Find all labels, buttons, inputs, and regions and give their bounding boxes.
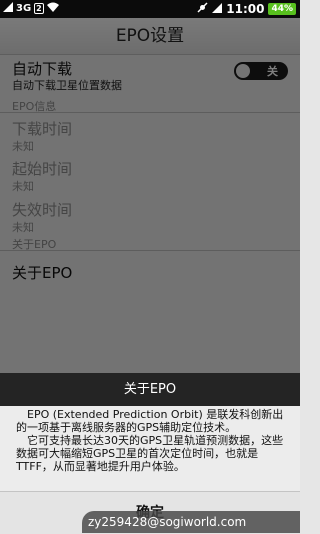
- battery-indicator: 44%: [268, 3, 296, 15]
- download-time-value: 未知: [12, 140, 34, 153]
- download-time-row: 下载时间 未知: [0, 118, 300, 153]
- wifi-icon: [46, 2, 59, 15]
- dialog-body: EPO (Extended Prediction Orbit) 是联发科创新出的…: [0, 406, 300, 491]
- epo-info-header: EPO信息: [0, 98, 300, 113]
- toggle-label: 关: [267, 65, 278, 78]
- start-time-label: 起始时间: [12, 160, 73, 178]
- dialog-title: 关于EPO: [0, 373, 300, 406]
- start-time-value: 未知: [12, 180, 34, 193]
- about-header: 关于EPO: [0, 236, 300, 251]
- expire-time-row: 失效时间 未知: [0, 199, 300, 234]
- start-time-row: 起始时间 未知: [0, 158, 300, 193]
- dialog-paragraph-1: EPO (Extended Prediction Orbit) 是联发科创新出的…: [16, 408, 284, 434]
- status-bar: 3G 2 11:00 44%: [0, 0, 300, 18]
- watermark: zy259428@sogiworld.com: [82, 511, 300, 533]
- clock: 11:00: [226, 2, 265, 16]
- dialog-paragraph-2: 它可支持最长达30天的GPS卫星轨道预测数据，这些数据可大幅缩短GPS卫星的首次…: [16, 434, 284, 473]
- page-title: EPO设置: [0, 18, 300, 55]
- expire-time-value: 未知: [12, 221, 34, 234]
- gps-icon: [197, 2, 208, 16]
- toggle-knob: [236, 64, 250, 78]
- about-epo-row[interactable]: 关于EPO: [0, 258, 300, 288]
- signal-icon: [3, 2, 13, 15]
- about-epo-label: 关于EPO: [12, 264, 73, 282]
- signal-bars-icon: [212, 2, 223, 16]
- auto-download-toggle[interactable]: 关: [234, 62, 288, 80]
- auto-download-label: 自动下载: [12, 60, 73, 78]
- expire-time-label: 失效时间: [12, 201, 73, 219]
- download-time-label: 下载时间: [12, 120, 73, 138]
- network-type: 3G: [16, 3, 32, 14]
- auto-download-sublabel: 自动下载卫星位置数据: [12, 79, 122, 92]
- sim-indicator: 2: [34, 3, 44, 14]
- dialog-message: EPO (Extended Prediction Orbit) 是联发科创新出的…: [16, 408, 292, 473]
